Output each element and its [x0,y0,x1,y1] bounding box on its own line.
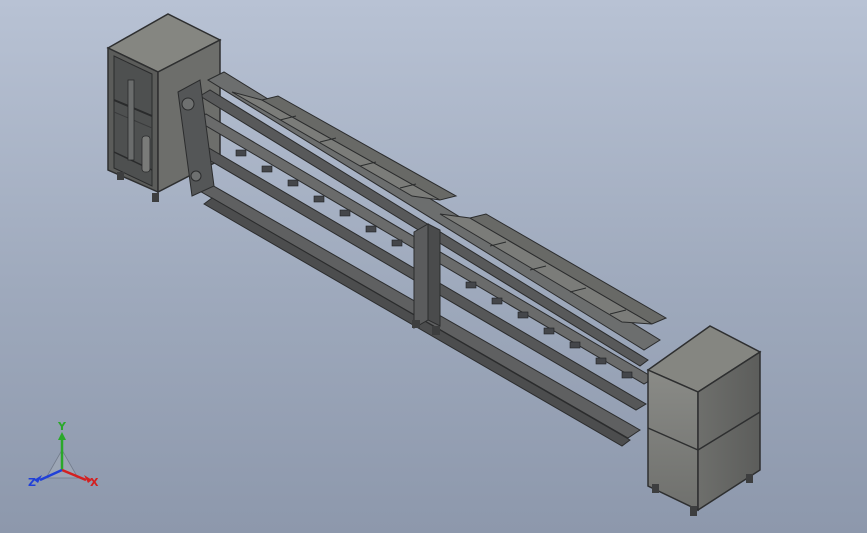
x-axis-label: X [90,476,99,489]
y-axis-label: Y [57,420,67,433]
model-view[interactable]: Y X Z [0,0,867,533]
conveyor-frame[interactable] [177,71,668,447]
right-cabinet[interactable] [646,325,762,516]
orientation-triad: Y X Z [28,420,99,489]
graphics-viewport[interactable]: Y X Z [0,0,867,533]
z-axis-label: Z [28,476,36,489]
